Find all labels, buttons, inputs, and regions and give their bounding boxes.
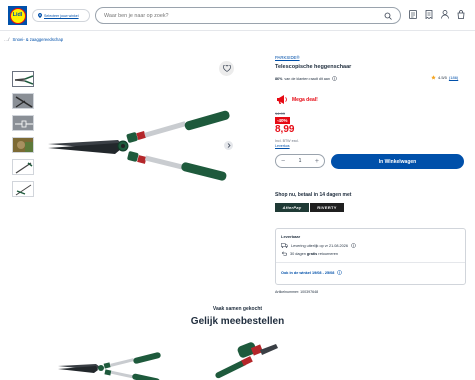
return-icon — [281, 251, 287, 256]
receipt-icon[interactable] — [425, 10, 433, 20]
product-brand[interactable]: PARKSIDE® — [275, 55, 300, 60]
thumbnail-5[interactable] — [12, 159, 34, 175]
returns-text-post: retourneren — [317, 252, 338, 256]
recommend-text: van de klanten raadt dit aan — [284, 76, 330, 81]
delivery-row: Levering uiterlijk op vr 21.08.2026 — [281, 243, 356, 248]
add-to-cart-button[interactable]: In Winkelwagen — [331, 154, 464, 169]
chevron-right-icon — [227, 143, 231, 148]
delivery-text: Levering uiterlijk op vr 21.08.2026 — [291, 243, 348, 248]
rating-value: 4.5/5 — [438, 75, 447, 80]
product-main-image — [48, 110, 230, 181]
returns-text-pre: 30 dagen — [290, 252, 307, 256]
product-title: Telescopische heggenschaar — [275, 64, 352, 70]
recommend-line: 86% van de klanten raadt dit aan — [275, 76, 337, 81]
site-header: Lidl Selecteer jouw winkel — [0, 0, 475, 31]
thumbnail-4[interactable] — [12, 137, 34, 153]
store-availability-text: Ook in de winkel 19/08 - 25/08 — [281, 270, 335, 275]
vat-text: Incl. BTW excl. — [275, 139, 299, 143]
store-availability-row[interactable]: Ook in de winkel 19/08 - 25/08 — [281, 270, 343, 275]
breadcrumb-category[interactable]: Snoei- & zaaggereedschap — [13, 37, 64, 42]
returns-row: 30 dagen gratis retourneren — [281, 251, 338, 257]
afterpay-logo: AfterPay — [275, 203, 309, 212]
store-selector-button[interactable]: Selecteer jouw winkel — [32, 9, 90, 22]
lidl-logo[interactable]: Lidl — [8, 6, 27, 25]
deal-label: Mega deal! — [292, 96, 318, 103]
delivery-cost-link[interactable]: Leverkos — [275, 144, 290, 148]
store-selector-label: Selecteer jouw winkel — [44, 13, 79, 18]
paylater-text: Shop nu, betaal in 14 dagen met — [275, 192, 352, 198]
rating[interactable]: 4.5/5 (186) — [431, 75, 458, 80]
thumbnail-3[interactable] — [12, 115, 34, 131]
quantity-decrease-button[interactable]: − — [281, 158, 285, 165]
megaphone-icon — [277, 95, 287, 104]
quantity-value[interactable]: 1 — [299, 158, 302, 164]
star-icon — [431, 75, 436, 80]
recommended-product-image-1[interactable] — [56, 346, 166, 380]
search-icon[interactable] — [384, 12, 392, 20]
my-list-icon[interactable] — [409, 10, 417, 19]
mega-deal-badge: Mega deal! — [276, 94, 318, 105]
header-icons — [409, 10, 465, 20]
current-price: 8,99 — [275, 124, 295, 135]
quantity-stepper: − 1 + — [275, 154, 325, 168]
returns-text: 30 dagen gratis retourneren — [290, 252, 338, 256]
location-pin-icon — [38, 13, 42, 18]
recommendations-title: Gelijk meebestellen — [190, 316, 285, 327]
truck-icon — [281, 243, 288, 248]
thumbnail-list — [12, 71, 34, 197]
search-input[interactable] — [104, 12, 384, 19]
quantity-increase-button[interactable]: + — [315, 158, 319, 165]
discount-badge: -40% — [275, 117, 290, 124]
availability-divider — [276, 262, 465, 263]
breadcrumb-ellipsis[interactable]: …/ — [4, 37, 9, 42]
thumbnail-6[interactable] — [12, 181, 34, 197]
heart-icon — [222, 65, 231, 72]
info-icon[interactable] — [351, 243, 356, 248]
info-icon[interactable] — [332, 76, 337, 81]
recommendations-subtitle: Vaak samen gekocht — [212, 306, 263, 312]
logo-text: Lidl — [12, 11, 23, 18]
availability-box: Leverbaar Levering uiterlijk op vr 21.08… — [275, 228, 466, 285]
info-icon[interactable] — [337, 270, 343, 275]
returns-text-bold: gratis — [306, 252, 318, 256]
article-number: Artikelnummer: 100397648 — [275, 290, 319, 294]
thumbnail-2[interactable] — [12, 93, 34, 109]
recommended-product-image-2[interactable] — [208, 338, 308, 380]
breadcrumb: …/ Snoei- & zaaggereedschap — [4, 37, 63, 42]
search-bar[interactable] — [95, 7, 401, 24]
availability-title: Leverbaar — [281, 234, 301, 239]
riverty-logo: RIVERTY — [310, 203, 344, 212]
thumbnail-1[interactable] — [12, 71, 34, 87]
recommend-percentage: 86% — [275, 76, 283, 81]
old-price: 14.99 — [275, 111, 286, 116]
gallery-next-button[interactable] — [224, 141, 233, 150]
wishlist-button[interactable] — [219, 61, 234, 76]
account-icon[interactable] — [441, 10, 449, 19]
cart-icon[interactable] — [457, 10, 465, 19]
payment-logos: AfterPay RIVERTY — [275, 203, 344, 212]
review-count[interactable]: (186) — [449, 75, 458, 80]
